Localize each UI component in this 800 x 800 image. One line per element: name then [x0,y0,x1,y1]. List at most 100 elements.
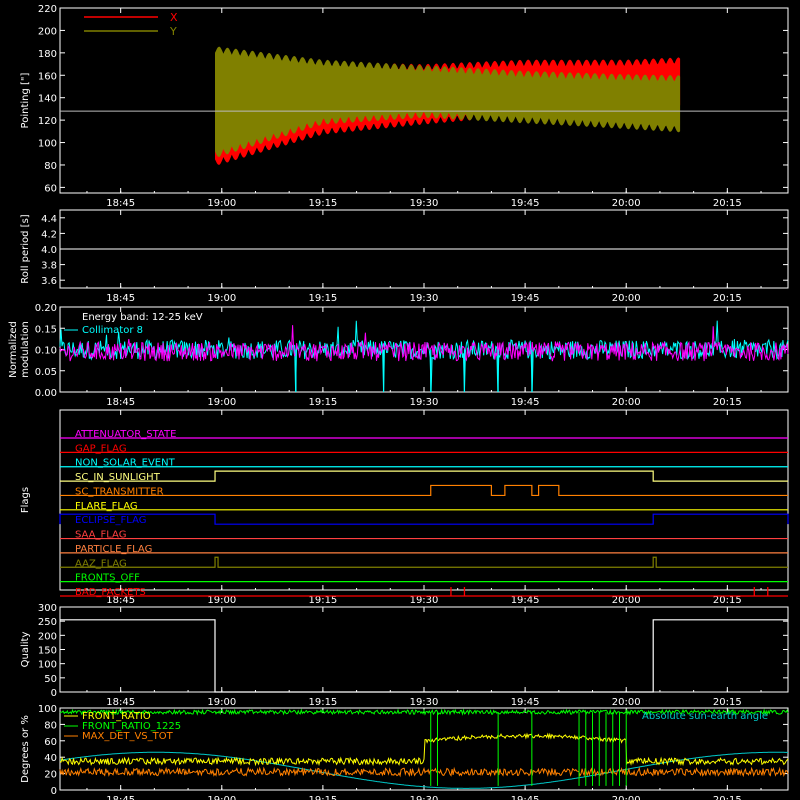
x-tick-label: 19:00 [207,697,236,708]
x-tick-label: 20:15 [713,697,742,708]
x-tick-label: 20:15 [713,795,742,800]
panel-6: Degrees or % 18:45 19:00 19:15 19:30 19:45 20:… [20,704,789,800]
y-tick-label: 180 [38,49,57,60]
flag-trace [60,484,788,497]
panel-1: Pointing ["] 18:45 19:00 19:15 19:30 19:45 20:… [20,4,789,209]
legend-label: Y [169,25,177,38]
y-tick-label: 80 [44,720,57,731]
y-tick-label: 200 [38,26,57,37]
flag-label: ECLIPSE_FLAG [75,515,146,526]
y-tick-label: 3.6 [41,276,57,287]
y-axis-label: Flags [20,487,31,513]
y-tick-label: 0.15 [35,324,57,335]
max-det-line [59,766,789,778]
x-tick-label: 20:15 [713,595,742,606]
panel-5: Quality 18:45 19:00 19:15 19:30 19:45 20:00 20:… [20,603,789,708]
y-tick-label: 0 [51,688,57,699]
y-tick-label: 0.20 [35,303,57,314]
y-tick-label: 60 [44,183,57,194]
x-tick-label: 18:45 [106,697,135,708]
y-axis-label: Roll period [s] [20,214,31,283]
y-tick-label: 40 [44,753,57,764]
x-tick-label: 19:15 [308,595,337,606]
y-tick-label: 20 [44,770,57,781]
x-tick-label: 19:30 [410,595,439,606]
y-tick-label: 0.05 [35,367,57,378]
y-tick-label: 200 [38,631,57,642]
x-tick-label: 20:00 [612,198,641,209]
panel-3: Normalized modulation 18:45 19:00 19:15 19:30… [8,303,789,408]
x-tick-label: 19:15 [308,795,337,800]
y-tick-label: 4.4 [41,214,57,225]
x-tick-label: 19:00 [207,397,236,408]
y-tick-label: 250 [38,617,57,628]
x-tick-label: 19:45 [511,198,540,209]
x-tick-label: 19:45 [511,795,540,800]
x-tick-label: 19:15 [308,293,337,304]
x-tick-label: 19:30 [410,198,439,209]
flag-trace [60,556,788,568]
legend-label: X [170,11,178,24]
y-tick-label: 4.2 [41,229,57,240]
x-tick-label: 19:00 [207,198,236,209]
x-tick-label: 18:45 [106,397,135,408]
x-tick-label: 20:15 [713,293,742,304]
x-tick-label: 19:15 [308,397,337,408]
y-tick-label: 140 [38,94,57,105]
y-tick-label: 50 [44,674,57,685]
x-tick-label: 20:00 [612,595,641,606]
y-tick-label: 0.00 [35,388,57,399]
x-tick-label: 19:00 [207,293,236,304]
right-legend-label: Absolute sun-earth angle [642,711,768,722]
x-tick-label: 19:45 [511,697,540,708]
y-tick-label: 150 [38,646,57,657]
y-axis-label: Pointing ["] [20,72,31,128]
y-axis-label: Normalized [8,321,19,378]
y-tick-label: 160 [38,71,57,82]
y-tick-label: 100 [38,704,57,715]
y-tick-label: 300 [38,603,57,614]
x-tick-label: 19:15 [308,198,337,209]
x-tick-label: 19:45 [511,595,540,606]
rhessi-quicklook-figure: Pointing ["] 18:45 19:00 19:15 19:30 19:45 20:… [8,4,789,800]
x-tick-label: 20:15 [713,397,742,408]
x-tick-label: 19:00 [207,595,236,606]
legend-label: Collimator 8 [82,325,143,336]
panel-4: Flags18:45 19:00 19:15 19:30 19:45 20:00 20:15… [20,409,789,606]
panel-2: Roll period [s] 18:45 19:00 19:15 19:30 19:45… [20,209,789,304]
x-tick-label: 20:00 [612,293,641,304]
flag-trace [59,513,789,525]
y-tick-label: 4.0 [41,245,57,256]
y-tick-label: 80 [44,161,57,172]
x-tick-label: 20:00 [612,697,641,708]
y-tick-label: 220 [38,4,57,15]
y-tick-label: 0.10 [35,346,57,357]
x-tick-label: 18:45 [106,198,135,209]
x-tick-label: 18:45 [106,795,135,800]
x-tick-label: 20:15 [713,198,742,209]
x-tick-label: 20:00 [612,795,641,800]
y-tick-label: 100 [38,660,57,671]
y-tick-label: 3.8 [41,261,57,272]
x-tick-label: 19:30 [410,397,439,408]
x-tick-label: 19:30 [410,795,439,800]
x-tick-label: 19:30 [410,293,439,304]
y-tick-label: 100 [38,139,57,150]
y-axis-label: Quality [20,632,31,668]
legend-label: MAX_DET_VS_TOT [82,731,174,742]
energy-band-annotation: Energy band: 12-25 keV [82,312,203,323]
quality-line [60,619,788,693]
x-tick-label: 19:15 [308,697,337,708]
x-tick-label: 18:45 [106,293,135,304]
y-tick-label: 120 [38,116,57,127]
x-tick-label: 19:45 [511,293,540,304]
x-tick-label: 20:00 [612,397,641,408]
y-tick-label: 0 [51,786,57,797]
y-axis-label: Degrees or % [20,715,31,783]
y-axis-label: modulation [20,321,31,378]
x-tick-label: 19:30 [410,697,439,708]
y-tick-label: 60 [44,737,57,748]
x-tick-label: 19:00 [207,795,236,800]
flag-trace [60,470,788,482]
x-tick-label: 19:45 [511,397,540,408]
